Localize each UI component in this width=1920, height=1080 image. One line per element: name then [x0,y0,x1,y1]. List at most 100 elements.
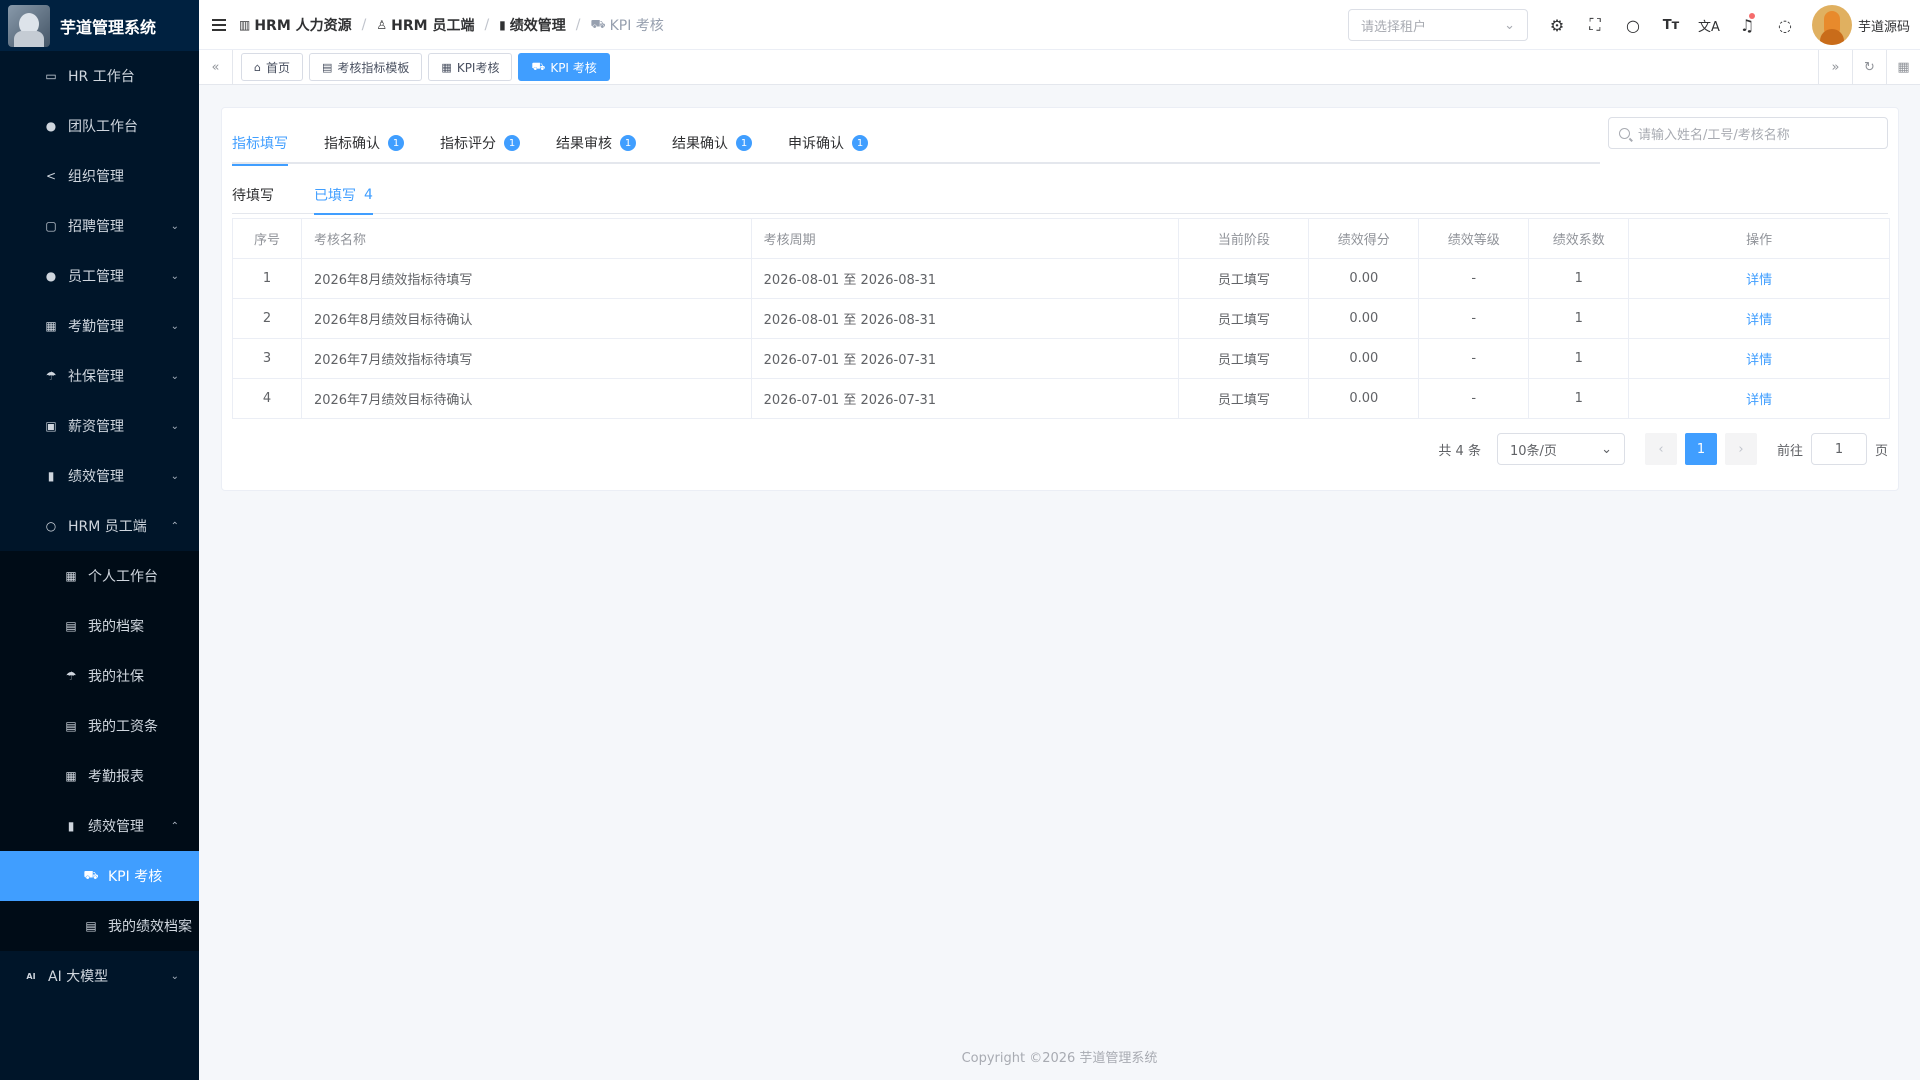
sidebar-subitem[interactable]: ▦ 个人工作台 [0,551,199,601]
breadcrumb-item[interactable]: ♙ HRM 员工端 [376,15,474,35]
breadcrumb-item[interactable]: ▥ HRM 人力资源 [239,15,352,35]
prev-page-button[interactable]: ‹ [1644,433,1677,465]
chat-icon[interactable]: ◌ [1766,0,1804,50]
tab-badge: 1 [388,135,404,151]
breadcrumb-item[interactable]: ▮ 绩效管理 [499,15,566,35]
cell-value: 1 [1574,271,1583,286]
stage-tab[interactable]: 结果确认 1 [672,122,752,164]
menu-item-label: HRM 员工端 [68,519,147,535]
sidebar-item[interactable]: ● 员工管理 ⌄ [0,251,199,301]
tag-label: KPI考核 [456,60,500,75]
menu-item-label: 绩效管理 [88,819,144,835]
detail-link[interactable]: 详情 [1746,393,1772,408]
menu-item-label: 我的社保 [88,669,144,685]
menu-item-label: 我的档案 [88,619,144,635]
menu-item-label: 员工管理 [68,269,124,285]
cell-value: 1 [262,271,272,286]
translate-icon[interactable]: 文A [1690,0,1728,50]
page-number-button[interactable]: 1 [1684,433,1717,465]
tag-item[interactable]: ⛟ KPI 考核 [518,53,610,81]
search-icon [1619,127,1630,139]
chevron-down-icon: ⌄ [170,420,179,432]
bar-chart-icon: ▮ [67,819,75,833]
table-cell: 2026-08-01 至 2026-08-31 [750,298,1180,339]
sidebar-item[interactable]: ▮ 绩效管理 ⌄ [0,451,199,501]
user-menu[interactable]: 芋道源码 [1811,5,1910,45]
cell-value: - [1471,351,1477,366]
sidebar-item[interactable]: ▭ HR 工作台 [0,51,199,101]
tag-item[interactable]: ▦ KPI考核 [428,53,513,81]
document-icon: ▤ [322,60,333,74]
sidebar-subitem[interactable]: ▤ 我的绩效档案 [0,901,199,951]
detail-link[interactable]: 详情 [1746,313,1772,328]
font-size-icon[interactable]: Tт [1652,0,1690,50]
table-cell: 0.00 [1308,258,1420,299]
grid-menu-icon[interactable]: ▦ [1886,49,1920,85]
column-header: 绩效系数 [1528,218,1630,259]
tab-label: 结果确认 [672,136,728,152]
detail-cell: 详情 [1628,298,1890,339]
breadcrumb: ▥ HRM 人力资源 / ♙ HRM 员工端 / ▮ 绩效管理 / ⛟ KPI 考核 [239,15,664,35]
table-cell: 2 [232,298,302,339]
tag-item[interactable]: ⌂ 首页 [241,53,303,81]
bell-icon[interactable]: ♫ [1728,0,1766,50]
table-cell: 1 [1528,378,1630,419]
tenant-select[interactable]: 请选择租户 ⌄ [1347,9,1528,41]
app-logo[interactable]: 芋道管理系统 [0,0,199,51]
refresh-icon[interactable]: ↻ [1852,49,1886,85]
user-outline-icon: ○ [45,519,57,533]
sidebar-subitem[interactable]: ☂ 我的社保 [0,651,199,701]
settings-gear-icon[interactable]: ⚙ [1538,0,1576,50]
stage-tab[interactable]: 指标评分 1 [440,122,520,164]
tag-item[interactable]: ▤ 考核指标模板 [309,53,423,81]
stage-tab[interactable]: 指标填写 [232,122,288,166]
subtab-count: 4 [364,187,373,203]
sidebar-item-ai[interactable]: AI AI 大模型 ⌄ [0,951,199,1001]
sidebar-item[interactable]: ○ HRM 员工端 ⌃ [0,501,199,551]
sidebar-subitem[interactable]: ▮ 绩效管理 ⌃ [0,801,199,851]
bar-chart-icon: ▮ [47,469,55,483]
table-cell: 2026年8月绩效目标待确认 [300,298,752,339]
sidebar-item[interactable]: < 组织管理 [0,151,199,201]
page-size-value: 10条/页 [1509,443,1557,459]
scroll-right-icon[interactable]: » [1818,49,1852,85]
stage-tab[interactable]: 指标确认 1 [324,122,404,164]
next-page-button[interactable]: › [1724,433,1757,465]
sidebar-item[interactable]: ☂ 社保管理 ⌄ [0,351,199,401]
scroll-left-icon[interactable]: « [199,49,233,85]
breadcrumb-separator: / [361,16,367,33]
sidebar-item[interactable]: ● 团队工作台 [0,101,199,151]
fullscreen-icon[interactable]: ⛶ [1576,0,1614,50]
column-header: 当前阶段 [1178,218,1310,259]
search-icon[interactable]: ○ [1614,0,1652,50]
tags-list: ⌂ 首页 ▤ 考核指标模板 ▦ KPI考核 ⛟ KPI 考核 [241,53,1818,81]
bar-chart-icon: ▮ [499,17,506,32]
sidebar-subitem[interactable]: ▤ 我的工资条 [0,701,199,751]
menu-item-label: 绩效管理 [68,469,124,485]
sidebar-subitem[interactable]: ▦ 考勤报表 [0,751,199,801]
cart-icon: ⛟ [531,59,546,73]
sidebar-item[interactable]: ▣ 薪资管理 ⌄ [0,401,199,451]
sidebar-subitem[interactable]: ▤ 我的档案 [0,601,199,651]
status-subtab[interactable]: 已填写 4 [314,176,373,215]
subtab-label: 已填写 [314,188,356,204]
breadcrumb-separator: / [575,16,581,33]
stage-tab[interactable]: 结果审核 1 [556,122,636,164]
table-row: 1 2026年8月绩效指标待填写 2026-08-01 至 2026-08-31 员工… [232,258,1890,299]
table-cell: 1 [1528,338,1630,379]
sidebar-item[interactable]: ▦ 考勤管理 ⌄ [0,301,199,351]
sidebar-item-kpi-active[interactable]: ⛟ KPI 考核 [0,851,199,901]
cell-value: 员工填写 [1217,353,1270,368]
chevron-down-icon: ⌄ [1601,441,1612,457]
hamburger-menu-icon[interactable] [199,0,239,50]
detail-link[interactable]: 详情 [1746,273,1772,288]
stage-tab[interactable]: 申诉确认 1 [788,122,868,164]
goto-page-input[interactable]: 1 [1810,433,1867,465]
column-header: 绩效得分 [1308,218,1420,259]
page-size-select[interactable]: 10条/页 ⌄ [1496,433,1625,465]
detail-link[interactable]: 详情 [1746,353,1772,368]
table-cell: 4 [232,378,302,419]
sidebar-item[interactable]: ▢ 招聘管理 ⌄ [0,201,199,251]
status-subtab[interactable]: 待填写 [232,176,274,214]
search-input[interactable]: 请输入姓名/工号/考核名称 [1608,117,1888,149]
